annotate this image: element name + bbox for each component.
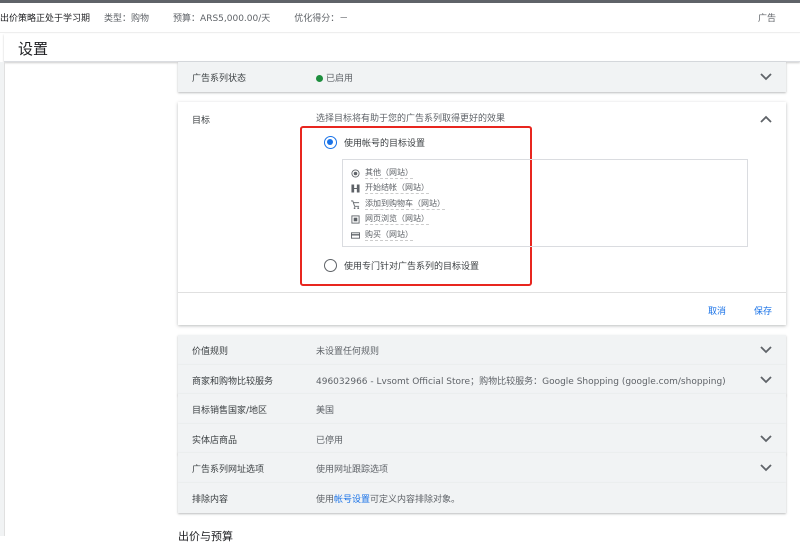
section-heading-bidding-budget: 出价与预算 <box>178 530 233 543</box>
credit-card-icon <box>351 231 360 239</box>
save-button[interactable]: 保存 <box>754 304 772 317</box>
enabled-dot-icon <box>316 74 323 82</box>
row-label: 实体店商品 <box>192 435 238 446</box>
goals-description: 选择目标将有助于您的广告系列取得更好的效果 <box>316 114 506 124</box>
row-value: 使用网址跟踪选项 <box>316 464 389 475</box>
row-value: 已启用 <box>316 71 353 84</box>
text: 可定义内容排除对象。 <box>370 494 461 505</box>
campaign-type: 类型：购物 <box>104 14 150 24</box>
row-content-exclusions: 排除内容 使用帐号设置可定义内容排除对象。 <box>178 483 786 513</box>
row-country-of-sale[interactable]: 目标销售国家/地区 美国 <box>178 394 786 424</box>
row-label: 目标销售国家/地区 <box>192 405 268 416</box>
goal-item: 网页浏览（网站） <box>351 213 429 225</box>
goal-label: 购买（网站） <box>365 230 413 241</box>
chevron-down-icon[interactable] <box>760 73 772 81</box>
goal-label: 其他（网站） <box>365 168 413 179</box>
chevron-down-icon[interactable] <box>760 376 772 384</box>
chevron-down-icon[interactable] <box>760 346 772 354</box>
goal-item: 开始结帐（网站） <box>351 182 429 194</box>
radio-label-account-goals: 使用帐号的目标设置 <box>344 139 426 149</box>
row-value: 使用帐号设置可定义内容排除对象。 <box>316 492 460 505</box>
learning-status: 出价策略正处于学习期 <box>0 14 91 24</box>
chevron-down-icon[interactable] <box>760 435 772 443</box>
row-value: 未设置任何规则 <box>316 346 380 357</box>
status-text: 已启用 <box>326 73 354 84</box>
campaign-info-bar: 出价策略正处于学习期 类型：购物 预算：ARS5,000.00/天 优化得分：－… <box>0 3 800 33</box>
page-title: 设置 <box>18 40 49 58</box>
cancel-button[interactable]: 取消 <box>708 304 726 317</box>
chevron-down-icon[interactable] <box>760 464 772 472</box>
radio-campaign-goals[interactable] <box>324 259 337 272</box>
row-value-rules[interactable]: 价值规则 未设置任何规则 <box>178 335 786 365</box>
optimization-score: 优化得分：－ <box>294 14 349 24</box>
row-value: 美国 <box>316 405 335 416</box>
row-value: 已停用 <box>316 435 344 446</box>
row-campaign-status[interactable]: 广告系列状态 已启用 <box>178 62 786 92</box>
goal-label: 添加到购物车（网站） <box>365 199 445 210</box>
goal-item: 购买（网站） <box>351 229 413 241</box>
cart-icon <box>351 199 360 209</box>
radio-account-goals[interactable] <box>324 136 337 149</box>
goals-list: 其他（网站） 开始结帐（网站） 添加到购物车（网站） 网页浏览（网站） 购买（网… <box>342 159 748 247</box>
goal-label: 开始结帐（网站） <box>365 183 429 194</box>
page-view-icon <box>351 214 360 224</box>
radio-label-campaign-goals: 使用专门针对广告系列的目标设置 <box>344 262 480 272</box>
row-label: 价值规则 <box>192 346 229 357</box>
row-label: 商家和购物比较服务 <box>192 376 274 387</box>
row-value: 496032966 - Lvsomt Official Store；购物比较服务… <box>316 376 726 387</box>
row-url-options[interactable]: 广告系列网址选项 使用网址跟踪选项 <box>178 453 786 483</box>
text: 使用 <box>316 494 335 505</box>
goal-item: 添加到购物车（网站） <box>351 198 445 210</box>
row-label: 广告系列状态 <box>192 73 247 84</box>
goals-label: 目标 <box>192 116 211 126</box>
campaign-budget: 预算：ARS5,000.00/天 <box>173 14 271 24</box>
row-label: 广告系列网址选项 <box>192 464 265 475</box>
target-icon <box>351 168 360 178</box>
checkout-icon <box>351 183 360 193</box>
row-local-products[interactable]: 实体店商品 已停用 <box>178 424 786 454</box>
goals-card: 目标 选择目标将有助于您的广告系列取得更好的效果 使用帐号的目标设置 其他（网站… <box>178 102 786 325</box>
row-label: 排除内容 <box>192 494 229 505</box>
chevron-up-icon[interactable] <box>760 115 772 123</box>
left-gutter <box>0 62 5 536</box>
page-header: 设置 <box>4 34 800 62</box>
goal-label: 网页浏览（网站） <box>365 214 429 225</box>
divider <box>178 292 786 293</box>
ads-label: 广告 <box>757 14 776 24</box>
account-settings-link[interactable]: 帐号设置 <box>334 495 370 505</box>
row-merchant[interactable]: 商家和购物比较服务 496032966 - Lvsomt Official Sto… <box>178 365 786 395</box>
goal-item: 其他（网站） <box>351 167 413 179</box>
